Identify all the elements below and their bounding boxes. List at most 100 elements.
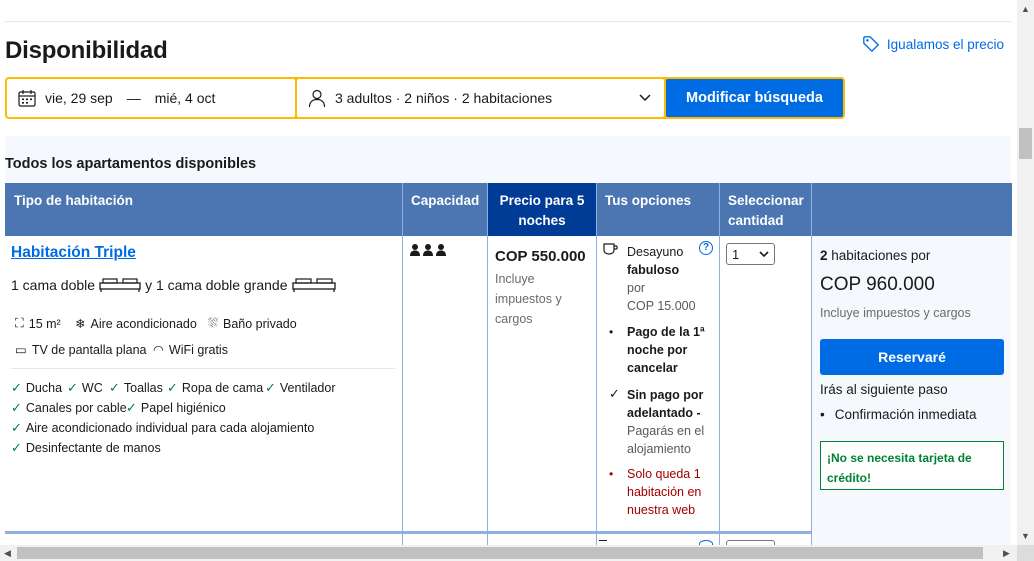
summary-total: COP 960.000 (820, 274, 935, 295)
amenity-item: ✓ WC (67, 380, 103, 396)
scroll-down-icon[interactable]: ▼ (1021, 531, 1030, 541)
wifi-icon: ◠ (153, 343, 164, 357)
amenity-label: Papel higiénico (140, 401, 226, 415)
check-icon: ✓ (67, 380, 78, 395)
no-prepayment-option: Sin pago por adelantado - Pagarás en el … (627, 386, 704, 458)
column-divider (596, 236, 597, 546)
payment-option: Pago de la 1ª noche por cancelar (627, 323, 705, 377)
page-title: Disponibilidad (5, 37, 168, 64)
scrollbar-corner (1017, 545, 1034, 561)
amenity-label: WC (81, 381, 103, 395)
payment-line: cancelar (627, 361, 678, 375)
amenity-label: Ducha (25, 381, 63, 395)
amenity-item: ✓ Ropa de cama (167, 380, 263, 396)
check-icon: ✓ (11, 380, 22, 395)
modify-search-button[interactable]: Modificar búsqueda (666, 79, 843, 117)
summary-rooms: 2 habitaciones por (820, 248, 930, 263)
breakfast-line: Desayuno (627, 245, 684, 259)
amenity-item: ✓ Ventilador (265, 380, 336, 396)
bed-label-2: y 1 cama doble grande (145, 277, 288, 293)
no-prepay-line: Pagarás en el (627, 424, 705, 438)
price-match-link[interactable]: Igualamos el precio (862, 35, 1004, 53)
large-double-bed-icon (291, 278, 336, 292)
breakfast-line: fabuloso (627, 263, 680, 277)
instant-confirmation: • Confirmación inmediata (820, 407, 977, 422)
scroll-up-icon[interactable]: ▲ (1021, 4, 1030, 14)
amenity-label: Aire acondicionado individual para cada … (25, 421, 315, 435)
bullet-icon: • (820, 407, 825, 422)
amenity-item: ✓ Toallas (109, 380, 163, 396)
check-icon: ✓ (11, 400, 22, 415)
horizontal-scroll-thumb[interactable] (17, 547, 983, 559)
column-divider (811, 236, 812, 546)
amenity-label: Ropa de cama (181, 381, 264, 395)
breakfast-option: Desayuno fabuloso por COP 15.000 (627, 243, 696, 315)
no-prepay-line: Sin pago por (627, 388, 704, 402)
bullet-icon: • (609, 467, 614, 481)
checkout-date: mié, 4 oct (154, 90, 216, 106)
facility-label: 15 m² (28, 316, 61, 331)
check-icon: ✓ (109, 380, 120, 395)
facility-divider (11, 368, 395, 369)
guests-selector[interactable]: 3 adultos · 2 niños · 2 habitaciones (297, 79, 664, 117)
calendar-icon (18, 90, 36, 107)
vertical-scroll-thumb[interactable] (1019, 128, 1032, 159)
facility-ac: ❄ Aire acondicionado (75, 316, 197, 332)
amenity-item: ✓ Canales por cable (11, 400, 127, 416)
top-divider (5, 21, 1011, 22)
no-card-badge: ¡No se necesita tarjeta de crédito! (820, 441, 1004, 490)
amenity-item: ✓ Desinfectante de manos (11, 440, 161, 456)
amenity-item: ✓ Papel higiénico (126, 400, 226, 416)
bed-label-1: 1 cama doble (11, 277, 96, 293)
section-title: Todos los apartamentos disponibles (5, 156, 257, 172)
three-guests-icon (410, 244, 446, 256)
breakfast-line: por (627, 281, 646, 295)
column-divider (719, 236, 720, 546)
snowflake-icon: ❄ (75, 317, 86, 331)
column-divider (402, 236, 403, 546)
facility-bathroom: ⛆ Baño privado (208, 316, 297, 331)
facility-label: Aire acondicionado (90, 316, 197, 331)
chevron-down-icon (639, 94, 651, 102)
amenity-label: Ventilador (279, 381, 336, 395)
payment-line: noche por (627, 343, 688, 357)
header-room-type: Tipo de habitación (5, 183, 403, 236)
header-price: Precio para 5 noches (488, 183, 597, 244)
amenity-label: Desinfectante de manos (25, 441, 161, 455)
scarcity-line: Solo queda 1 (627, 467, 701, 481)
room-name-link[interactable]: Habitación Triple (11, 244, 136, 262)
date-picker[interactable]: vie, 29 sep — mié, 4 oct (7, 79, 295, 117)
amenity-label: Toallas (123, 381, 163, 395)
scroll-right-icon[interactable]: ▶ (1003, 548, 1010, 559)
help-icon[interactable]: ? (699, 241, 713, 255)
room-price-note: Incluye impuestos y cargos (495, 272, 562, 326)
facility-wifi: ◠ WiFi gratis (153, 342, 228, 358)
facility-label: WiFi gratis (168, 342, 228, 357)
tv-icon: ▭ (15, 343, 27, 357)
instant-label: Confirmación inmediata (834, 407, 977, 422)
check-icon: ✓ (126, 400, 137, 415)
header-capacity: Capacidad (403, 183, 488, 236)
guests-summary: 3 adultos · 2 niños · 2 habitaciones (335, 90, 553, 106)
vertical-scrollbar[interactable] (1017, 0, 1034, 545)
facility-size: ⛶ 15 m² (15, 316, 61, 331)
coffee-cup-icon (603, 243, 618, 255)
check-icon: ✓ (11, 440, 22, 455)
no-prepay-line: alojamiento (627, 442, 691, 456)
room-price: COP 550.000 (495, 248, 586, 265)
checkmark-icon: ✓ (609, 386, 620, 401)
bullet-icon: • (609, 325, 614, 339)
facility-tv: ▭ TV de pantalla plana (15, 342, 147, 358)
reserve-button[interactable]: Reservaré (820, 339, 1004, 375)
tag-icon (863, 36, 879, 52)
quantity-select[interactable]: 1 (726, 243, 775, 265)
column-divider (487, 236, 488, 546)
checkin-date: vie, 29 sep (45, 90, 113, 106)
next-step-text: Irás al siguiente paso (820, 382, 948, 397)
facility-label: TV de pantalla plana (31, 342, 147, 357)
scarcity-line: nuestra web (627, 503, 696, 517)
price-match-label: Igualamos el precio (886, 36, 1004, 52)
check-icon: ✓ (11, 420, 22, 435)
double-bed-icon (99, 278, 141, 292)
scroll-left-icon[interactable]: ◀ (4, 548, 11, 559)
